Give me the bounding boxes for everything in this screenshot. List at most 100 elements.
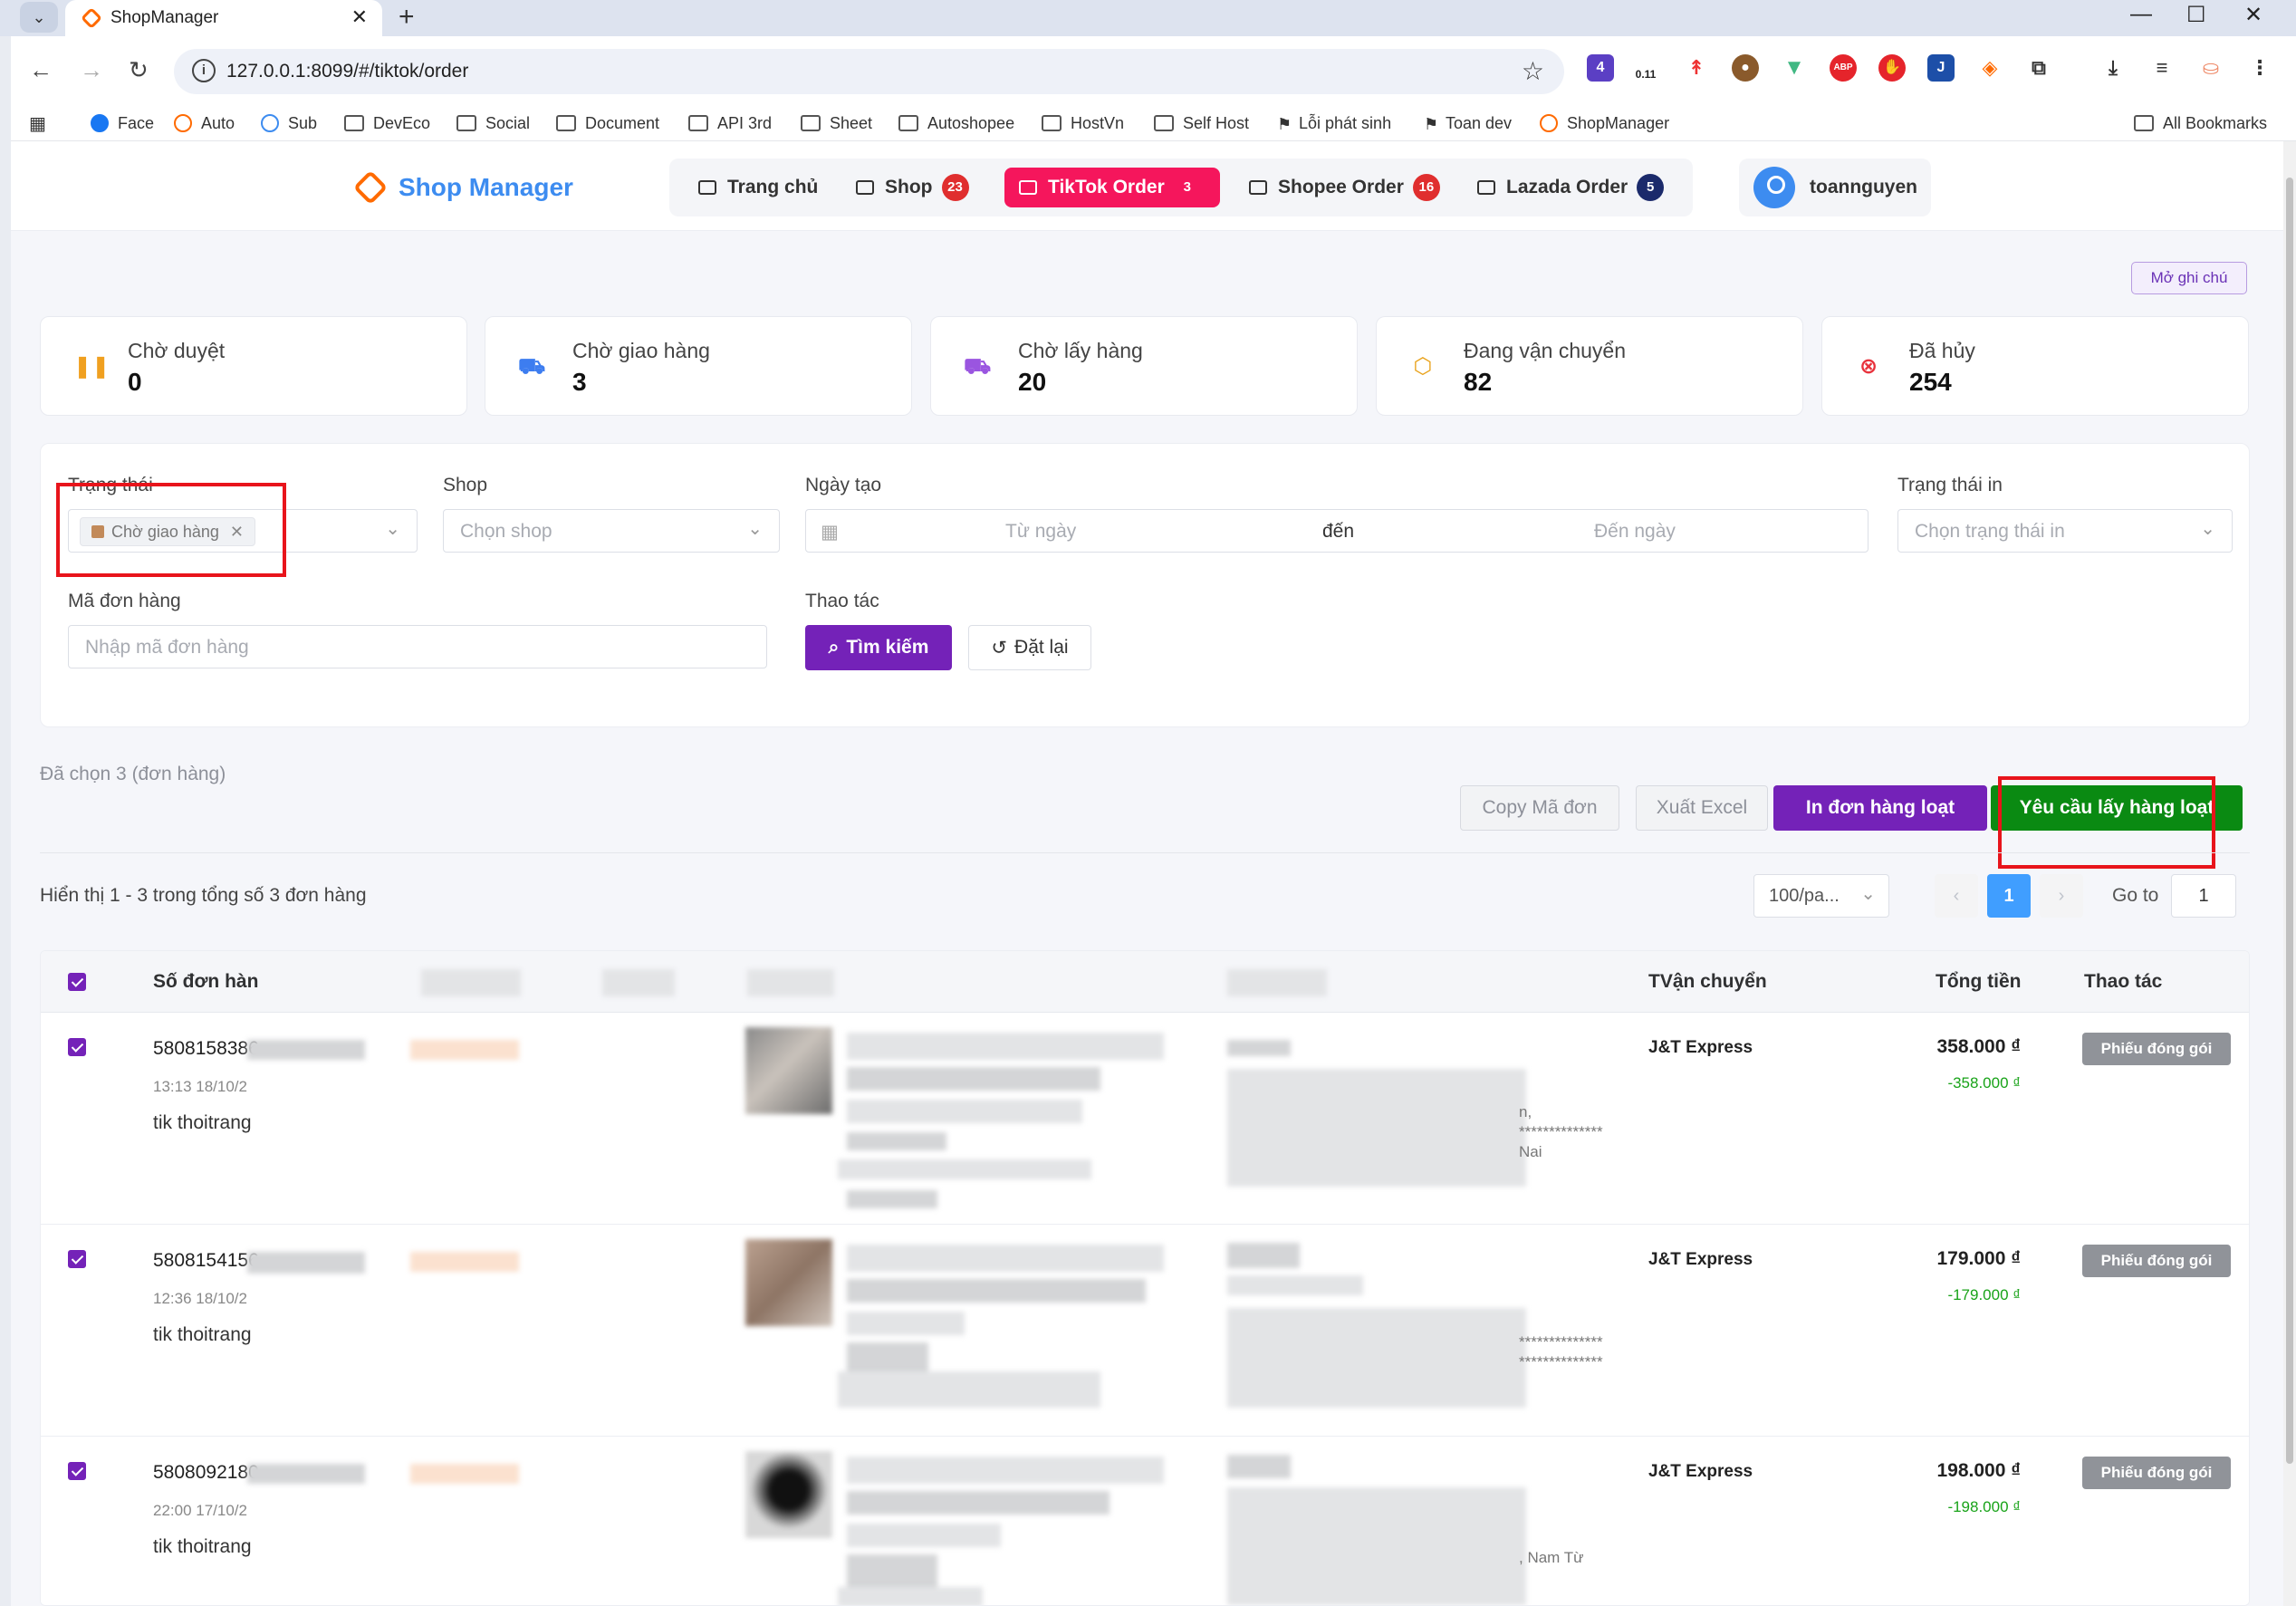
stat-card-cancelled[interactable]: ⊗ Đã hủy 254: [1821, 316, 2249, 416]
search-button[interactable]: ⌕ Tìm kiếm: [805, 625, 952, 670]
bookmark-face[interactable]: Face: [91, 111, 154, 136]
all-bookmarks[interactable]: All Bookmarks: [2134, 111, 2267, 136]
bookmark-toan-dev[interactable]: ⚑ Toan dev: [1424, 111, 1512, 136]
prev-page-icon[interactable]: ‹: [1935, 874, 1978, 918]
column-header-total[interactable]: Tổng tiền: [1936, 971, 2021, 993]
extension-upload-icon[interactable]: ↟: [1683, 54, 1710, 82]
copy-order-ids-button[interactable]: Copy Mã đơn: [1460, 785, 1619, 831]
goto-page-input[interactable]: 1: [2171, 874, 2236, 918]
export-excel-button[interactable]: Xuất Excel: [1636, 785, 1768, 831]
print-status-select[interactable]: Chọn trạng thái in ⌄: [1897, 509, 2233, 553]
extension-counter-icon[interactable]: 0.11: [1632, 54, 1659, 82]
logo[interactable]: Shop Manager: [352, 169, 573, 206]
column-header-carrier[interactable]: TVận chuyển: [1648, 971, 1767, 993]
order-number[interactable]: 5808092180: [153, 1462, 259, 1484]
row-checkbox[interactable]: [68, 1462, 86, 1480]
packing-slip-button[interactable]: Phiếu đóng gói: [2082, 1457, 2231, 1489]
extension-stop-icon[interactable]: ✋: [1878, 54, 1906, 82]
bookmark-loi-phat-sinh[interactable]: ⚑ Lỗi phát sinh: [1277, 111, 1391, 136]
extension-adblock-icon[interactable]: ABP: [1830, 54, 1857, 82]
profile-icon[interactable]: ⛀: [2197, 54, 2224, 82]
new-tab-icon[interactable]: +: [399, 2, 415, 33]
browser-menu-icon[interactable]: ⋮: [2246, 54, 2273, 82]
window-close-icon[interactable]: ✕: [2244, 2, 2262, 28]
scrollbar-thumb[interactable]: [2286, 178, 2293, 1464]
bookmark-autoshopee[interactable]: Autoshopee: [898, 111, 1014, 136]
bookmark-api3rd[interactable]: API 3rd: [688, 111, 772, 136]
stat-card-awaiting-pickup[interactable]: ⛟ Chờ lấy hàng 20: [930, 316, 1358, 416]
nav-tiktok-order[interactable]: TikTok Order 3: [1004, 168, 1220, 207]
row-checkbox[interactable]: [68, 1038, 86, 1056]
site-info-icon[interactable]: i: [192, 59, 216, 82]
next-page-icon[interactable]: ›: [2040, 874, 2083, 918]
bookmark-document[interactable]: Document: [556, 111, 659, 136]
date-range-picker[interactable]: ▦ Từ ngày đến Đến ngày: [805, 509, 1869, 553]
address-bar[interactable]: i 127.0.0.1:8099/#/tiktok/order ☆: [174, 49, 1564, 94]
packing-slip-button[interactable]: Phiếu đóng gói: [2082, 1245, 2231, 1277]
select-all-checkbox[interactable]: [68, 973, 86, 991]
column-header-order-no[interactable]: Số đơn hàn: [153, 971, 258, 993]
orders-table: Số đơn hàn TVận chuyển Tổng tiền Thao tá…: [40, 950, 2250, 1606]
page-number-button[interactable]: 1: [1987, 874, 2031, 918]
stat-card-in-transit[interactable]: ⬡ Đang vận chuyển 82: [1376, 316, 1803, 416]
reload-icon[interactable]: ↻: [129, 56, 149, 84]
table-row[interactable]: 5808092180 22:00 17/10/2 tik thoitrang ,…: [41, 1437, 2249, 1605]
nav-home[interactable]: Trang chủ: [684, 168, 832, 207]
extension-vue-icon[interactable]: ▼: [1781, 54, 1808, 82]
bookmark-social[interactable]: Social: [456, 111, 530, 136]
bookmark-label: DevEco: [373, 113, 431, 132]
order-amount-deduction: -198.000 ₫: [1947, 1498, 2021, 1515]
order-number[interactable]: 5808158386: [153, 1038, 259, 1060]
row-checkbox[interactable]: [68, 1250, 86, 1268]
browser-tab[interactable]: ShopManager ✕: [65, 0, 382, 36]
packing-slip-button[interactable]: Phiếu đóng gói: [2082, 1033, 2231, 1065]
shop-select[interactable]: Chọn shop ⌄: [443, 509, 780, 553]
downloads-icon[interactable]: ⤓: [2099, 54, 2127, 82]
nav-shop[interactable]: Shop 23: [841, 168, 984, 207]
bookmark-deveco[interactable]: DevEco: [344, 111, 430, 136]
reading-list-icon[interactable]: ≡: [2148, 54, 2176, 82]
back-icon[interactable]: ←: [29, 56, 53, 84]
stat-label: Chờ duyệt: [128, 339, 226, 362]
bulk-print-button[interactable]: In đơn hàng loạt: [1773, 785, 1987, 831]
date-to-placeholder[interactable]: Đến ngày: [1594, 521, 1676, 543]
extensions-puzzle-icon[interactable]: ⧉: [2025, 54, 2052, 82]
tab-close-icon[interactable]: ✕: [351, 5, 368, 29]
bookmark-auto[interactable]: Auto: [174, 111, 235, 136]
nav-label: Trang chủ: [727, 177, 819, 197]
bookmark-label: Sub: [288, 113, 318, 132]
stat-value: 3: [572, 368, 587, 396]
apps-grid-icon[interactable]: ▦: [29, 111, 46, 136]
extension-j-icon[interactable]: J: [1927, 54, 1955, 82]
extension-shopmanager-icon[interactable]: ◈: [1976, 54, 2003, 82]
forward-icon[interactable]: →: [80, 56, 103, 84]
stat-card-awaiting-delivery[interactable]: ⛟ Chờ giao hàng 3: [485, 316, 912, 416]
table-row[interactable]: 5808154156 12:36 18/10/2 tik thoitrang *…: [41, 1225, 2249, 1437]
cart-icon: [1019, 180, 1037, 195]
cart-icon: [1249, 180, 1267, 195]
page-size-select[interactable]: 100/pa... ⌄: [1753, 874, 1889, 918]
open-notes-button[interactable]: Mở ghi chú: [2131, 262, 2247, 294]
bookmark-hostvn[interactable]: HostVn: [1042, 111, 1124, 136]
date-from-placeholder[interactable]: Từ ngày: [1005, 521, 1076, 543]
table-row[interactable]: 5808158386 13:13 18/10/2 tik thoitrang n…: [41, 1013, 2249, 1225]
nav-lazada-order[interactable]: Lazada Order 5: [1463, 168, 1678, 207]
bookmark-sheet[interactable]: Sheet: [801, 111, 872, 136]
minimize-icon[interactable]: —: [2130, 2, 2152, 27]
user-menu[interactable]: toannguyen: [1739, 159, 1931, 216]
url-text[interactable]: 127.0.0.1:8099/#/tiktok/order: [226, 61, 468, 82]
bookmark-star-icon[interactable]: ☆: [1522, 56, 1544, 86]
extension-badge-icon[interactable]: 4: [1587, 54, 1614, 82]
bookmark-sub[interactable]: Sub: [261, 111, 317, 136]
stat-card-pending[interactable]: ❚❚ Chờ duyệt 0: [40, 316, 467, 416]
order-id-input[interactable]: Nhập mã đơn hàng: [68, 625, 767, 668]
order-number[interactable]: 5808154156: [153, 1250, 259, 1272]
bookmark-shopmanager[interactable]: ShopManager: [1540, 111, 1669, 136]
maximize-icon[interactable]: ☐: [2186, 2, 2206, 28]
extension-cookie-icon[interactable]: ●: [1732, 54, 1759, 82]
bookmark-selfhost[interactable]: Self Host: [1154, 111, 1249, 136]
page-scrollbar[interactable]: [2283, 141, 2296, 1606]
nav-shopee-order[interactable]: Shopee Order 16: [1234, 168, 1455, 207]
tab-search-chevron-icon[interactable]: ⌄: [20, 2, 58, 33]
reset-button[interactable]: ↺ Đặt lại: [968, 625, 1091, 670]
